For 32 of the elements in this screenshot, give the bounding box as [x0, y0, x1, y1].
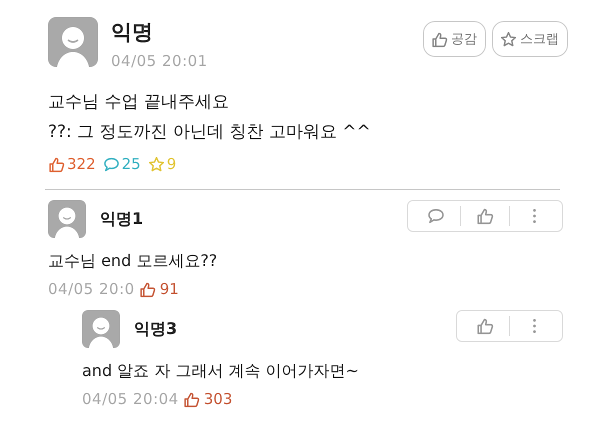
- more-icon: [532, 319, 536, 333]
- like-count: 322: [67, 155, 96, 173]
- scrap-button[interactable]: 스크랩: [492, 21, 568, 57]
- more-icon: [532, 209, 536, 223]
- comment-text: 교수님 end 모르세요??: [48, 251, 218, 272]
- thumbs-up-icon: [138, 280, 156, 298]
- commenter-name: 익명3: [134, 318, 178, 340]
- author-name: 익명: [111, 19, 154, 46]
- like-count: 91: [160, 280, 179, 298]
- like-button[interactable]: 공감: [423, 21, 486, 57]
- post-time: 04/05 20:01: [111, 52, 209, 70]
- speech-bubble-icon: [427, 207, 445, 225]
- like-count: 303: [204, 390, 232, 408]
- thumbs-up-icon: [182, 390, 200, 408]
- avatar-icon: [48, 200, 86, 238]
- speech-bubble-icon: [102, 156, 120, 172]
- star-icon: [500, 30, 517, 48]
- comment-time: 04/05 20:0: [48, 280, 135, 298]
- thumbs-up-icon: [476, 207, 494, 225]
- comment-text: and 알죠 자 그래서 계속 이어가자면~: [82, 361, 360, 382]
- avatar-icon: [82, 310, 120, 348]
- comment-time: 04/05 20:04: [82, 390, 179, 408]
- thumbs-up-icon: [48, 156, 65, 172]
- thumbs-up-icon: [431, 30, 448, 48]
- post-text: ??: 그 정도까진 아닌데 칭찬 고마워요 ^^: [48, 121, 372, 144]
- commenter-name: 익명1: [100, 208, 144, 230]
- star-icon: [148, 156, 165, 172]
- avatar-icon: [48, 17, 98, 67]
- comment-count: 25: [122, 155, 141, 173]
- scrap-count: 9: [166, 155, 176, 173]
- post-text: 교수님 수업 끝내주세요: [48, 91, 230, 114]
- thumbs-up-icon: [476, 317, 494, 335]
